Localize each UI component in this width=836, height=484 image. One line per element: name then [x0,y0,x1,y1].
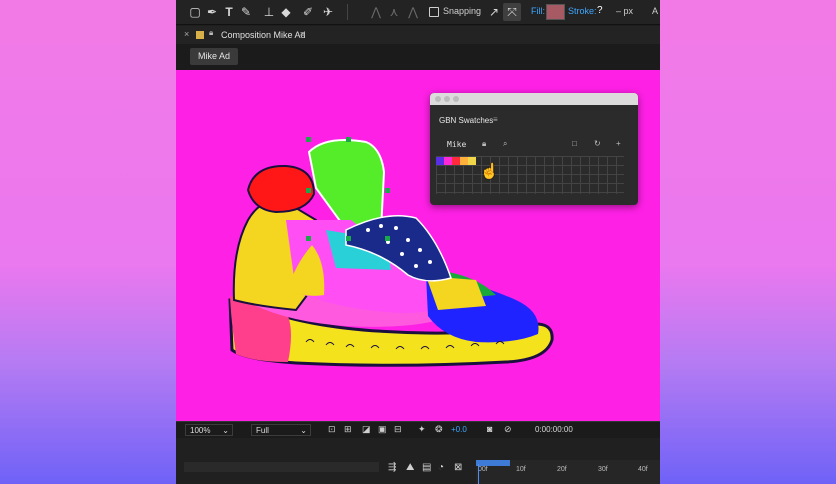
composition-panel-title: Composition Mike Ad [221,30,306,40]
composition-tab[interactable]: Mike Ad [190,48,238,65]
motion-blur-icon[interactable]: ◔ [438,462,444,473]
color-swatch[interactable] [468,157,476,165]
roto-brush-icon[interactable]: ✐ [301,5,315,19]
after-effects-window: ▢ ✒ T ✎ ⊥ ◆ ✐ ✈ ⋀ ⋏ ⋀ Snapping ↗ ⤧ Fill:… [176,0,660,484]
viewer-controls: 100% ⌄ Full ⌄ ⊡ ⊞ ◪ ▣ ⊟ ✦ ❂ +0.0 ◙ ⊘ 0:00:… [176,421,660,438]
color-swatch[interactable] [452,157,460,165]
anchor-icon[interactable]: ⋀ [406,5,420,19]
selection-tool-icon[interactable]: ▢ [188,5,202,19]
add-icon[interactable]: + [616,139,621,148]
show-snapshot-icon[interactable]: ⊘ [504,424,512,435]
tick-label: 20f [557,466,567,473]
composition-color-icon [196,31,204,39]
lock-icon[interactable]: 🔒︎ [209,28,213,38]
zoom-dropdown[interactable]: 100% ⌄ [185,424,233,436]
shy-icon[interactable]: ⛰ [406,462,414,473]
composition-panel-header: × 🔒︎ Composition Mike Ad ≡ [176,26,660,44]
panel-titlebar[interactable] [430,93,638,105]
search-icon[interactable]: ⌕ [503,139,507,149]
guides-icon[interactable]: ▣ [378,424,387,435]
tick-label: 30f [598,466,608,473]
hand-cursor-icon: ☝ [480,163,499,180]
tools-toolbar: ▢ ✒ T ✎ ⊥ ◆ ✐ ✈ ⋀ ⋏ ⋀ Snapping ↗ ⤧ Fill:… [176,0,660,25]
color-swatch[interactable] [460,157,468,165]
swatches-panel-title: GBN Swatches [439,116,494,125]
channel-icon[interactable]: ⊟ [394,424,402,435]
graph-editor-icon[interactable]: ⊠ [454,462,462,473]
panel-menu-icon[interactable]: ≡ [493,115,498,124]
panel-menu-icon[interactable]: ≡ [300,29,305,39]
frame-blend-icon[interactable]: ▤ [422,462,431,473]
pen-tool-icon[interactable]: ✒ [205,5,219,19]
exposure-icon[interactable]: ❂ [435,424,443,435]
eraser-icon[interactable]: ◆ [279,5,293,19]
timeline-panel: ⇶ ⛰ ▤ ◔ ⊠ 00f 10f 20f 30f 40f [176,438,660,484]
stroke-label: Stroke: [568,6,597,16]
playhead[interactable] [478,464,479,484]
region-icon[interactable]: ⊡ [328,424,336,435]
swatches-panel: GBN Swatches ≡ Mike 🔒︎ ⌕ □ ↻ + ☝ [430,93,638,205]
work-area-bar[interactable] [476,460,510,466]
composition-tab-row: Mike Ad [176,44,660,70]
grid-icon[interactable]: ⊞ [344,424,352,435]
overflow-label: A [652,6,659,16]
snapshot-icon[interactable]: ◙ [487,424,492,434]
type-tool-icon[interactable]: T [222,5,236,19]
tick-label: 00f [478,466,488,473]
clone-stamp-icon[interactable]: ⊥ [262,5,276,19]
mask-icon[interactable]: ◪ [362,424,371,435]
composition-viewer[interactable]: GBN Swatches ≡ Mike 🔒︎ ⌕ □ ↻ + ☝ [176,70,660,421]
snapping-checkbox[interactable] [429,7,439,17]
snap-grid-icon[interactable]: ⤧ [505,5,519,19]
snapping-label: Snapping [443,6,482,16]
color-channel-icon[interactable]: ✦ [418,424,426,435]
snap-extend-icon[interactable]: ↗ [487,5,501,19]
align-icon[interactable]: ⋀ [369,5,383,19]
brush-tool-icon[interactable]: ✎ [239,5,253,19]
timecode[interactable]: 0:00:00:00 [535,425,573,434]
stroke-value[interactable]: ? [597,5,606,17]
tick-label: 10f [516,466,526,473]
selection-icon[interactable]: □ [572,139,577,148]
resolution-dropdown[interactable]: Full ⌄ [251,424,311,436]
zoom-value: 100% [190,426,211,435]
resolution-value: Full [256,426,269,435]
tick-label: 40f [638,466,648,473]
lock-icon[interactable]: 🔒︎ [482,139,486,149]
fill-color-swatch[interactable] [546,4,565,20]
layer-search-field[interactable] [184,462,379,472]
exposure-value[interactable]: +0.0 [451,425,467,434]
puppet-pin-icon[interactable]: ✈ [321,5,335,19]
refresh-icon[interactable]: ↻ [594,139,601,148]
color-swatch[interactable] [444,157,452,165]
stroke-width[interactable]: – px [616,6,633,16]
comp-flowchart-icon[interactable]: ⇶ [388,462,396,473]
distribute-icon[interactable]: ⋏ [387,5,401,19]
color-swatch[interactable] [436,157,444,165]
swatch-set-name[interactable]: Mike [447,140,466,149]
close-icon[interactable]: × [184,29,189,39]
fill-label: Fill: [531,6,545,16]
